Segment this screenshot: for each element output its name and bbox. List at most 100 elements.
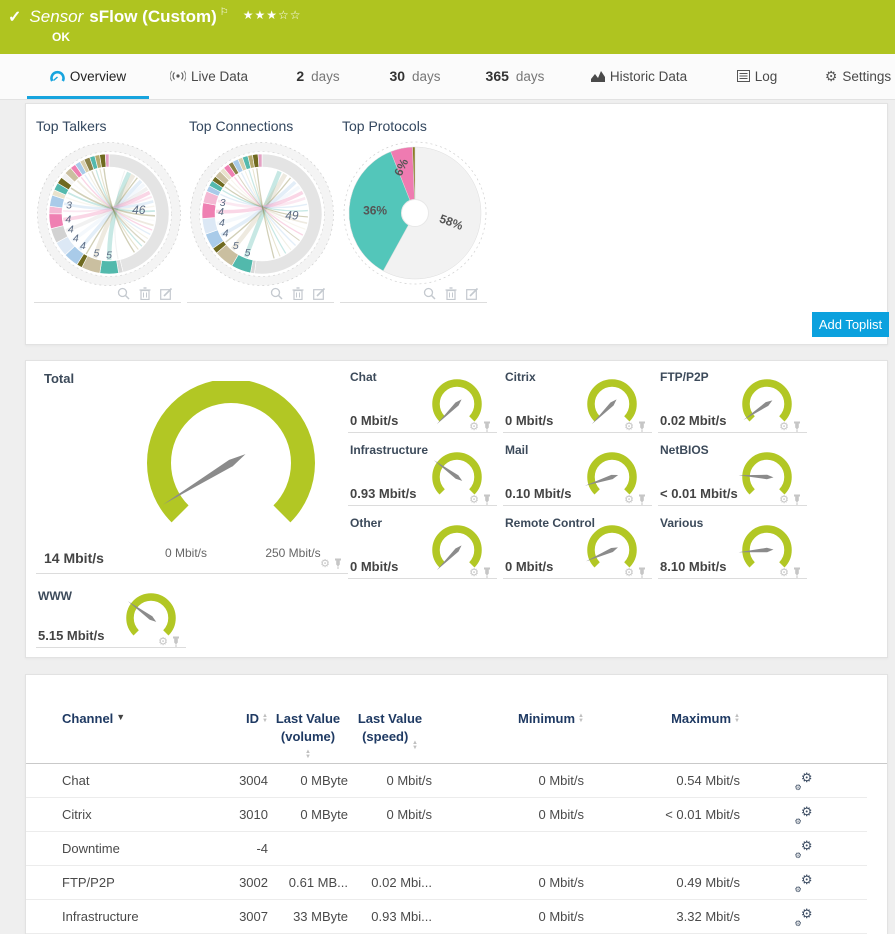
gauges-panel: Total 0 Mbit/s 250 Mbit/s 14 Mbit/s ⚙ Ch… [25, 360, 888, 658]
gear-icon[interactable]: ⚙ [469, 495, 479, 505]
channel-settings-icon[interactable]: ⚙⚙ [795, 875, 813, 891]
pin-icon[interactable] [793, 567, 801, 578]
add-toplist-button[interactable]: Add Toplist [812, 312, 889, 337]
pin-icon[interactable] [793, 421, 801, 432]
gear-icon[interactable]: ⚙ [624, 568, 634, 578]
gear-icon[interactable]: ⚙ [779, 568, 789, 578]
gear-icon: ⚙ [825, 68, 838, 85]
gauge-cell-infrastructure: Infrastructure 0.93 Mbit/s ⚙ [348, 440, 497, 506]
gauge-cell-remote-control: Remote Control 0 Mbit/s ⚙ [503, 513, 652, 579]
sort-icon: ▲▼ [412, 741, 418, 751]
tab-30-days[interactable]: 30 days [384, 54, 446, 98]
gear-icon[interactable]: ⚙ [624, 422, 634, 432]
col-header-id[interactable]: ID▲▼ [202, 711, 268, 757]
sort-icon: ▲▼ [262, 714, 268, 724]
tab-label: Historic Data [610, 69, 687, 84]
channel-settings-icon[interactable]: ⚙⚙ [795, 807, 813, 823]
gear-icon[interactable]: ⚙ [469, 568, 479, 578]
gear-icon[interactable]: ⚙ [779, 495, 789, 505]
pin-icon[interactable] [334, 558, 342, 569]
svg-text:5: 5 [93, 248, 99, 260]
pin-icon[interactable] [483, 421, 491, 432]
toplist-top-connections[interactable]: Top Connections 49554443 [187, 114, 334, 303]
gear-icon[interactable]: ⚙ [320, 559, 330, 569]
table-row[interactable]: FTP/P2P 3002 0.61 MB... 0.02 Mbi... 0 Mb… [26, 866, 867, 900]
top-protocols-pie-chart[interactable]: 58%36%6% [340, 138, 490, 290]
top-talkers-chord-chart[interactable]: 465544443 [34, 138, 184, 290]
gauge-cell-other: Other 0 Mbit/s ⚙ [348, 513, 497, 579]
edit-icon[interactable] [313, 287, 326, 300]
table-row[interactable]: Infrastructure 3007 33 MByte 0.93 Mbi...… [26, 900, 867, 934]
gauge-min-label: 0 Mbit/s [141, 546, 231, 560]
toplist-top-protocols[interactable]: Top Protocols 58%36%6% [340, 114, 487, 303]
tab-log[interactable]: Log [730, 54, 784, 98]
tab-label: Log [755, 69, 778, 84]
sensor-title: sFlow (Custom) [89, 7, 217, 27]
zoom-icon[interactable] [117, 287, 130, 300]
live-data-icon [170, 70, 186, 82]
tab-365-days[interactable]: 365 days [482, 54, 548, 98]
tab-bar: Overview Live Data 2 days 30 days 365 da… [0, 54, 895, 100]
svg-text:5: 5 [233, 240, 239, 252]
sort-icon: ▲▼ [305, 750, 311, 760]
pin-icon[interactable] [793, 494, 801, 505]
priority-flag-icon[interactable]: ⚐ [220, 7, 229, 18]
col-header-last-value-volume[interactable]: Last Value (volume) ▲▼ [268, 711, 348, 757]
gear-icon[interactable]: ⚙ [624, 495, 634, 505]
pin-icon[interactable] [638, 421, 646, 432]
priority-stars[interactable]: ★★★☆☆ [243, 8, 302, 22]
col-header-maximum[interactable]: Maximum▲▼ [584, 711, 740, 757]
pin-icon[interactable] [638, 494, 646, 505]
svg-text:5: 5 [245, 247, 251, 259]
toplist-title: Top Protocols [340, 114, 487, 134]
gauge-cell-mail: Mail 0.10 Mbit/s ⚙ [503, 440, 652, 506]
gear-icon[interactable]: ⚙ [779, 422, 789, 432]
zoom-icon[interactable] [423, 287, 436, 300]
channel-settings-icon[interactable]: ⚙⚙ [795, 841, 813, 857]
pin-icon[interactable] [483, 567, 491, 578]
col-header-last-value-speed[interactable]: Last Value (speed) ▲▼ [348, 711, 432, 757]
gauge-cell-total: Total 0 Mbit/s 250 Mbit/s 14 Mbit/s ⚙ [36, 367, 348, 574]
table-row[interactable]: Citrix 3010 0 MByte 0 Mbit/s 0 Mbit/s < … [26, 798, 867, 832]
status-check-icon: ✓ [8, 7, 21, 27]
tab-2-days[interactable]: 2 days [288, 54, 348, 98]
zoom-icon[interactable] [270, 287, 283, 300]
gauge-cell-www: WWW 5.15 Mbit/s ⚙ [36, 586, 186, 648]
pin-icon[interactable] [638, 567, 646, 578]
svg-text:36%: 36% [363, 204, 387, 218]
gear-icon[interactable]: ⚙ [158, 637, 168, 647]
delete-icon[interactable] [445, 287, 457, 300]
tab-settings[interactable]: ⚙ Settings [822, 54, 894, 98]
delete-icon[interactable] [139, 287, 151, 300]
tab-label: Live Data [191, 69, 248, 84]
tab-live-data[interactable]: Live Data [160, 54, 258, 98]
sensor-kind-label: Sensor [29, 7, 83, 27]
gauge-cell-netbios: NetBIOS < 0.01 Mbit/s ⚙ [658, 440, 807, 506]
edit-icon[interactable] [160, 287, 173, 300]
toplist-title: Top Connections [187, 114, 334, 134]
svg-text:4: 4 [80, 240, 86, 252]
gear-icon[interactable]: ⚙ [469, 422, 479, 432]
svg-text:4: 4 [65, 214, 71, 226]
col-header-minimum[interactable]: Minimum▲▼ [432, 711, 584, 757]
table-row[interactable]: Chat 3004 0 MByte 0 Mbit/s 0 Mbit/s 0.54… [26, 764, 867, 798]
pin-icon[interactable] [483, 494, 491, 505]
delete-icon[interactable] [292, 287, 304, 300]
edit-icon[interactable] [466, 287, 479, 300]
tab-overview[interactable]: Overview [27, 54, 149, 98]
tab-historic-data[interactable]: Historic Data [586, 54, 692, 98]
gauge-label: Total [44, 371, 74, 386]
toplist-title: Top Talkers [34, 114, 181, 134]
table-row[interactable]: Downtime -4 ⚙⚙ [26, 832, 867, 866]
sensor-header: ✓ Sensor sFlow (Custom) ⚐ ★★★☆☆ OK [0, 0, 895, 54]
channel-settings-icon[interactable]: ⚙⚙ [795, 909, 813, 925]
gauge-value: 14 Mbit/s [44, 550, 104, 566]
sort-icon: ▲▼ [734, 714, 740, 724]
gauge-cell-various: Various 8.10 Mbit/s ⚙ [658, 513, 807, 579]
col-header-channel[interactable]: Channel▼ [62, 711, 202, 757]
channel-settings-icon[interactable]: ⚙⚙ [795, 773, 813, 789]
prtg-sensor-page: ✓ Sensor sFlow (Custom) ⚐ ★★★☆☆ OK Overv… [0, 0, 895, 934]
toplist-top-talkers[interactable]: Top Talkers 465544443 [34, 114, 181, 303]
pin-icon[interactable] [172, 636, 180, 647]
top-connections-chord-chart[interactable]: 49554443 [187, 138, 337, 290]
